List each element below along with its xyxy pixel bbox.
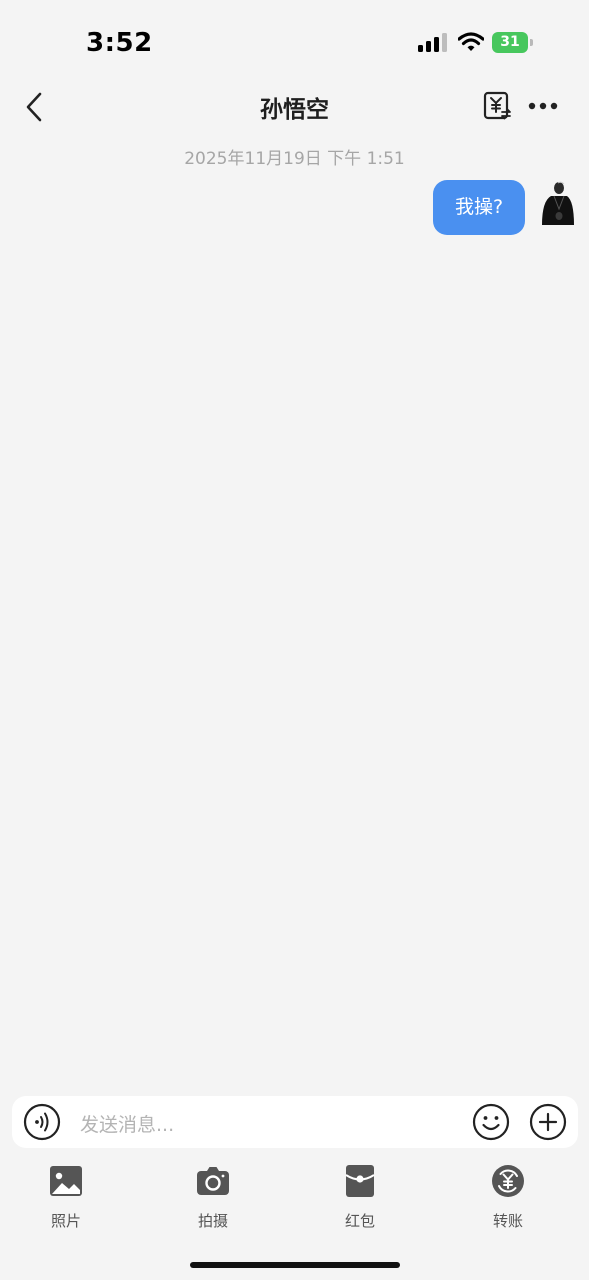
transfer-icon[interactable] xyxy=(482,90,514,122)
avatar[interactable] xyxy=(539,179,575,227)
nav-bar: 孙悟空 xyxy=(0,80,589,134)
sent-message-bubble[interactable]: 我操? xyxy=(433,180,525,235)
home-indicator[interactable] xyxy=(190,1262,400,1268)
voice-input-icon[interactable] xyxy=(23,1103,61,1141)
red-packet-icon xyxy=(345,1165,375,1197)
plus-icon[interactable] xyxy=(529,1103,567,1141)
toolbar-photo-label: 照片 xyxy=(50,1212,81,1230)
battery-icon: 31 xyxy=(492,32,534,53)
message-input-bar: 发送消息... xyxy=(12,1096,578,1148)
toolbar-photo[interactable]: 照片 xyxy=(26,1164,106,1234)
status-bar: 3:52 31 xyxy=(0,0,589,80)
message-input[interactable]: 发送消息... xyxy=(80,1110,174,1137)
more-options-button[interactable] xyxy=(526,92,560,120)
photo-icon xyxy=(50,1166,82,1196)
toolbar-transfer-label: 转账 xyxy=(492,1212,523,1230)
wifi-icon xyxy=(458,32,484,51)
battery-level: 31 xyxy=(500,34,520,50)
camera-icon xyxy=(197,1167,229,1195)
toolbar-camera-label: 拍摄 xyxy=(197,1212,228,1230)
money-transfer-icon xyxy=(492,1165,524,1197)
toolbar-red-packet-label: 红包 xyxy=(344,1212,375,1230)
toolbar-camera[interactable]: 拍摄 xyxy=(173,1164,253,1234)
toolbar-transfer[interactable]: 转账 xyxy=(468,1164,548,1234)
message-timestamp: 2025年11月19日 下午 1:51 xyxy=(184,149,405,169)
toolbar-red-packet[interactable]: 红包 xyxy=(320,1164,400,1234)
cellular-signal-icon xyxy=(418,32,448,52)
status-time: 3:52 xyxy=(86,28,153,58)
emoji-icon[interactable] xyxy=(472,1103,510,1141)
